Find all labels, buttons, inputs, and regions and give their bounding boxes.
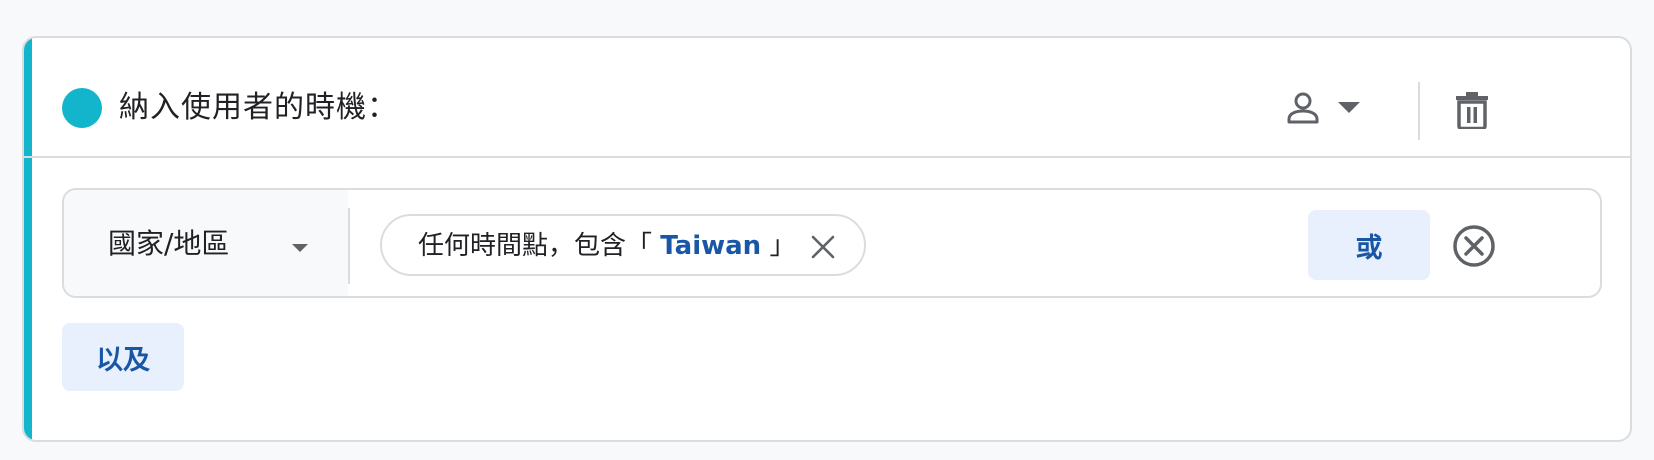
status-dot-icon [62, 88, 102, 128]
condition-row: 國家/地區 任何時間點，包含「 Taiwan 」 或 [62, 188, 1602, 298]
chip-prefix: 任何時間點，包含「 [418, 231, 661, 261]
dimension-label: 國家/地區 [108, 227, 230, 260]
filter-chip-label: 任何時間點，包含「 Taiwan 」 [418, 226, 795, 266]
close-icon[interactable] [806, 230, 840, 264]
circle-x-icon[interactable] [1452, 224, 1496, 268]
delete-group-button[interactable] [1442, 82, 1502, 142]
person-icon [1286, 91, 1320, 125]
chip-suffix: 」 [761, 231, 796, 261]
or-button[interactable]: 或 [1308, 210, 1430, 280]
dimension-select[interactable]: 國家/地區 [64, 190, 348, 296]
scope-dropdown[interactable] [1286, 86, 1360, 130]
trash-icon [1456, 91, 1488, 133]
row-divider [348, 208, 350, 284]
card-title: 納入使用者的時機： [119, 90, 398, 125]
filter-chip[interactable]: 任何時間點，包含「 Taiwan 」 [380, 214, 866, 276]
and-button[interactable]: 以及 [62, 323, 184, 391]
page: 納入使用者的時機： 國家/地區 任何時間點，包含「 Taiwan 」 或 以及 [0, 0, 1654, 460]
condition-group-card: 納入使用者的時機： 國家/地區 任何時間點，包含「 Taiwan 」 或 以及 [22, 36, 1632, 442]
chevron-down-icon [1338, 99, 1360, 118]
chevron-down-icon [292, 238, 308, 257]
chip-value: Taiwan [660, 231, 762, 261]
card-header: 納入使用者的時機： [24, 38, 1630, 158]
header-divider [1418, 82, 1420, 140]
